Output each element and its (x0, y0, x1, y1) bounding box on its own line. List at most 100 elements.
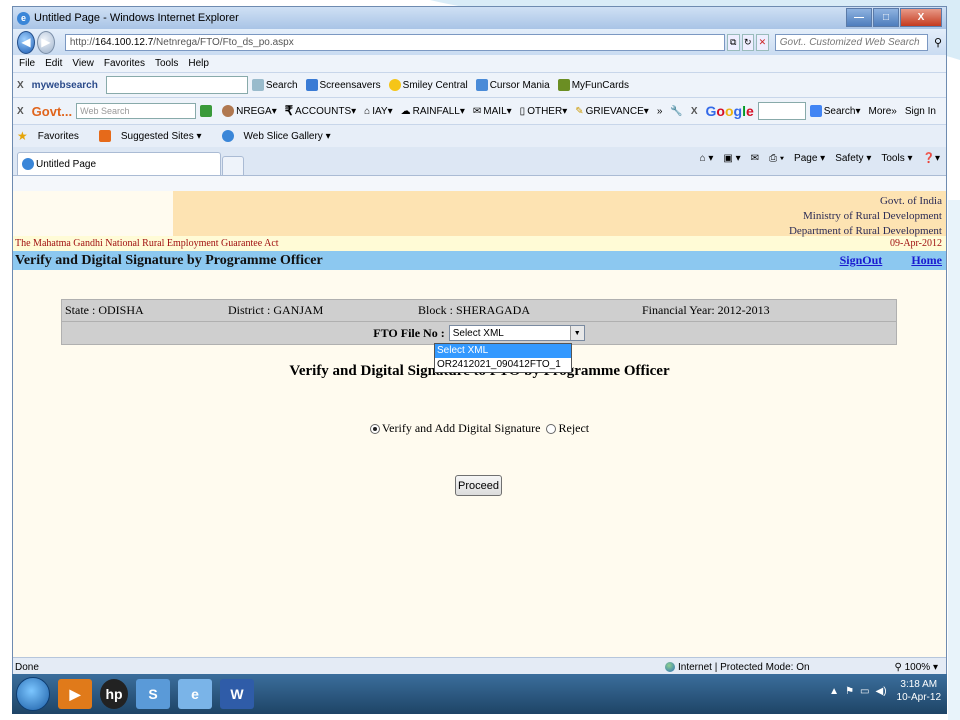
suggested-sites-link[interactable]: Suggested Sites ▾ (98, 130, 212, 142)
print-icon[interactable]: ⎙ ▾ (769, 153, 784, 164)
compat-view-icon[interactable]: ⧉ (726, 33, 740, 51)
menu-help[interactable]: Help (188, 58, 209, 69)
forward-button[interactable]: ▶ (36, 30, 55, 54)
mywebsearch-input[interactable] (105, 76, 248, 94)
ie-logo-icon: e (17, 11, 30, 25)
menu-favorites[interactable]: Favorites (104, 58, 145, 69)
smiley-central-button[interactable]: Smiley Central (388, 79, 468, 91)
menu-file[interactable]: File (19, 58, 35, 69)
house-icon: ⌂ (364, 105, 371, 117)
gov-line-1: Govt. of India (879, 195, 942, 207)
grievance-menu[interactable]: ✎ GRIEVANCE ▾ (575, 106, 649, 117)
govt-search-go-icon[interactable] (200, 105, 214, 117)
district-cell: District : GANJAM (228, 303, 324, 317)
menu-bar: File Edit View Favorites Tools Help (13, 55, 946, 73)
clock[interactable]: 3:18 AM 10-Apr-12 (897, 678, 941, 704)
verify-radio[interactable] (369, 424, 380, 435)
favorites-button[interactable]: ★ Favorites (17, 129, 89, 143)
action-radio-group: Verify and Add Digital Signature Reject (13, 421, 946, 436)
menu-edit[interactable]: Edit (45, 58, 62, 69)
tab-untitled-page[interactable]: Untitled Page (17, 152, 221, 175)
live-search-input[interactable]: Govt.. Customized Web Search (774, 33, 928, 51)
sign-in-button[interactable]: Sign In (905, 106, 936, 117)
clock-date: 10-Apr-12 (896, 692, 941, 703)
smiley-icon (388, 79, 401, 91)
hp-icon[interactable]: hp (100, 679, 128, 709)
rainfall-menu[interactable]: ☁ RAINFALL ▾ (401, 106, 465, 117)
other-menu[interactable]: ▯ OTHER ▾ (520, 106, 568, 117)
mws-search-button[interactable]: Search (251, 79, 298, 91)
page-menu[interactable]: Page ▾ (794, 153, 825, 164)
more-button[interactable]: More» (868, 106, 896, 117)
menu-tools[interactable]: Tools (155, 58, 178, 69)
proceed-button[interactable]: Proceed (455, 475, 502, 496)
toolbar-overflow-icon[interactable]: » (657, 106, 663, 117)
help-icon[interactable]: ❓▾ (923, 153, 940, 164)
skype-icon[interactable]: S (136, 679, 170, 709)
google-search-button[interactable]: Search ▾ (809, 105, 860, 117)
status-text: Done (15, 661, 39, 673)
google-search-input[interactable] (757, 102, 806, 120)
close-toolbar-icon[interactable]: X (17, 80, 24, 91)
ie-icon (221, 130, 234, 142)
close-google-toolbar-icon[interactable]: X (691, 106, 698, 117)
myfuncards-button[interactable]: MyFunCards (557, 79, 629, 91)
cursor-mania-button[interactable]: Cursor Mania (475, 79, 550, 91)
volume-icon[interactable]: ◀) (876, 686, 887, 697)
home-icon[interactable]: ⌂ ▾ (700, 153, 714, 164)
web-slice-gallery-link[interactable]: Web Slice Gallery ▾ (221, 130, 341, 142)
start-button[interactable] (16, 677, 50, 711)
stop-icon[interactable]: ✕ (756, 33, 769, 51)
word-icon[interactable]: W (220, 679, 254, 709)
iay-menu[interactable]: ⌂ IAY ▾ (364, 106, 392, 117)
star-icon: ★ (17, 129, 28, 143)
gov-line-3: Department of Rural Development (788, 225, 942, 237)
signout-link[interactable]: SignOut (840, 253, 883, 267)
fto-selected-value: Select XML (452, 327, 504, 339)
mywebsearch-brand[interactable]: mywebsearch (32, 80, 98, 91)
media-player-icon[interactable]: ▶ (58, 679, 92, 709)
govt-web-search-input[interactable]: Web Search (76, 103, 197, 119)
menu-view[interactable]: View (72, 58, 94, 69)
fto-file-select[interactable]: Select XML ▼ (448, 325, 585, 341)
mail-menu[interactable]: ✉ MAIL ▾ (473, 106, 512, 117)
tools-menu[interactable]: Tools ▾ (881, 153, 912, 164)
govt-brand[interactable]: Govt... (32, 104, 72, 119)
refresh-icon[interactable]: ↻ (741, 33, 755, 51)
chevron-down-icon[interactable]: ▼ (569, 326, 584, 340)
tab-row: Untitled Page ⌂ ▾ ▣ ▾ ✉ ⎙ ▾ Page ▾ Safet… (13, 147, 946, 176)
tab-title: Untitled Page (36, 158, 97, 170)
maximize-button[interactable]: □ (873, 8, 899, 27)
state-cell: State : ODISHA (65, 303, 144, 317)
feeds-icon[interactable]: ▣ ▾ (723, 153, 740, 164)
cursor-icon (475, 79, 488, 91)
ie-taskbar-icon[interactable]: e (178, 679, 212, 709)
search-icon[interactable]: ⚲ (934, 36, 942, 49)
fto-option[interactable]: OR2412021_090412FTO_1 (435, 358, 571, 372)
fto-option[interactable]: Select XML (435, 344, 571, 358)
nrega-menu[interactable]: NREGA ▾ (222, 105, 277, 117)
tray-arrow-icon[interactable]: ▲ (829, 686, 839, 697)
network-icon[interactable]: ▭ (860, 686, 869, 697)
url-field[interactable]: http://164.100.12.7/Netnrega/FTO/Fto_ds_… (64, 33, 725, 51)
person-icon (222, 105, 235, 117)
flag-icon[interactable]: ⚑ (845, 686, 854, 697)
wrench-icon[interactable]: 🔧 (670, 106, 682, 117)
screensaver-icon (305, 79, 318, 91)
back-button[interactable]: ◀ (17, 30, 35, 54)
accounts-menu[interactable]: ₹ ACCOUNTS ▾ (285, 103, 356, 119)
read-mail-icon[interactable]: ✉ (751, 153, 759, 164)
close-button[interactable]: X (900, 8, 942, 27)
screensavers-button[interactable]: Screensavers (305, 79, 381, 91)
reject-radio[interactable] (546, 424, 557, 435)
close-govt-toolbar-icon[interactable]: X (17, 106, 24, 117)
reject-label: Reject (558, 421, 590, 435)
home-link[interactable]: Home (911, 253, 942, 267)
zoom-level[interactable]: ⚲ 100% ▾ (895, 662, 939, 673)
new-tab-button[interactable] (222, 156, 244, 175)
minimize-button[interactable]: — (846, 8, 872, 27)
page-heading-bar: Verify and Digital Signature by Programm… (13, 251, 946, 270)
safety-menu[interactable]: Safety ▾ (835, 153, 871, 164)
security-zone[interactable]: Internet | Protected Mode: On (665, 662, 810, 673)
info-table: State : ODISHA District : GANJAM Block :… (61, 299, 897, 345)
